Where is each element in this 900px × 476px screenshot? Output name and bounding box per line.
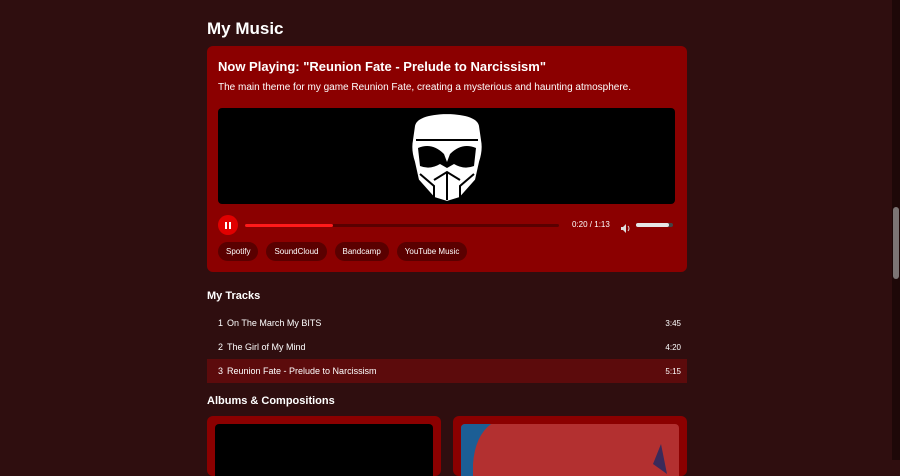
track-list: 1 On The March My BITS 3:45 2 The Girl o… <box>207 311 687 383</box>
track-description: The main theme for my game Reunion Fate,… <box>218 82 631 93</box>
track-row-active[interactable]: 3 Reunion Fate - Prelude to Narcissism 5… <box>207 359 687 383</box>
track-number: 2 <box>218 342 224 352</box>
track-duration: 3:45 <box>665 318 681 328</box>
volume-icon[interactable] <box>621 220 631 238</box>
track-number: 3 <box>218 366 224 376</box>
track-duration: 5:15 <box>665 366 681 376</box>
time-readout: 0:20 / 1:13 <box>572 220 610 229</box>
soundcloud-button[interactable]: SoundCloud <box>266 242 327 261</box>
helmet-mask-logo <box>410 111 484 202</box>
tracks-section-title: My Tracks <box>207 290 261 302</box>
progress-bar[interactable] <box>245 224 559 227</box>
spotify-button[interactable]: Spotify <box>218 242 259 261</box>
volume-slider[interactable] <box>636 223 673 227</box>
track-name: Reunion Fate - Prelude to Narcissism <box>227 366 377 376</box>
track-name: On The March My BITS <box>227 318 322 328</box>
youtube-music-button[interactable]: YouTube Music <box>396 242 468 261</box>
page-scrollbar[interactable] <box>892 0 900 460</box>
total-time: 1:13 <box>594 220 610 229</box>
album-card[interactable] <box>453 416 687 476</box>
albums-section-title: Albums & Compositions <box>207 395 335 407</box>
track-number: 1 <box>218 318 224 328</box>
album-cover <box>215 424 433 476</box>
page-title: My Music <box>207 19 284 38</box>
track-duration: 4:20 <box>665 342 681 352</box>
album-card[interactable] <box>207 416 441 476</box>
volume-fill <box>636 223 670 227</box>
track-name: The Girl of My Mind <box>227 342 306 352</box>
scroll-thumb[interactable] <box>893 207 899 279</box>
current-time: 0:20 <box>572 220 588 229</box>
pause-button[interactable] <box>218 215 238 235</box>
platform-links: Spotify SoundCloud Bandcamp YouTube Musi… <box>218 242 468 261</box>
pause-icon <box>224 221 232 229</box>
track-row[interactable]: 1 On The March My BITS 3:45 <box>207 311 687 335</box>
bandcamp-button[interactable]: Bandcamp <box>334 242 389 261</box>
player-card: Now Playing: "Reunion Fate - Prelude to … <box>207 46 687 272</box>
album-art-display <box>218 108 675 204</box>
album-cover <box>461 424 679 476</box>
progress-fill <box>245 224 333 227</box>
now-playing-title: Now Playing: "Reunion Fate - Prelude to … <box>218 59 547 74</box>
track-row[interactable]: 2 The Girl of My Mind 4:20 <box>207 335 687 359</box>
